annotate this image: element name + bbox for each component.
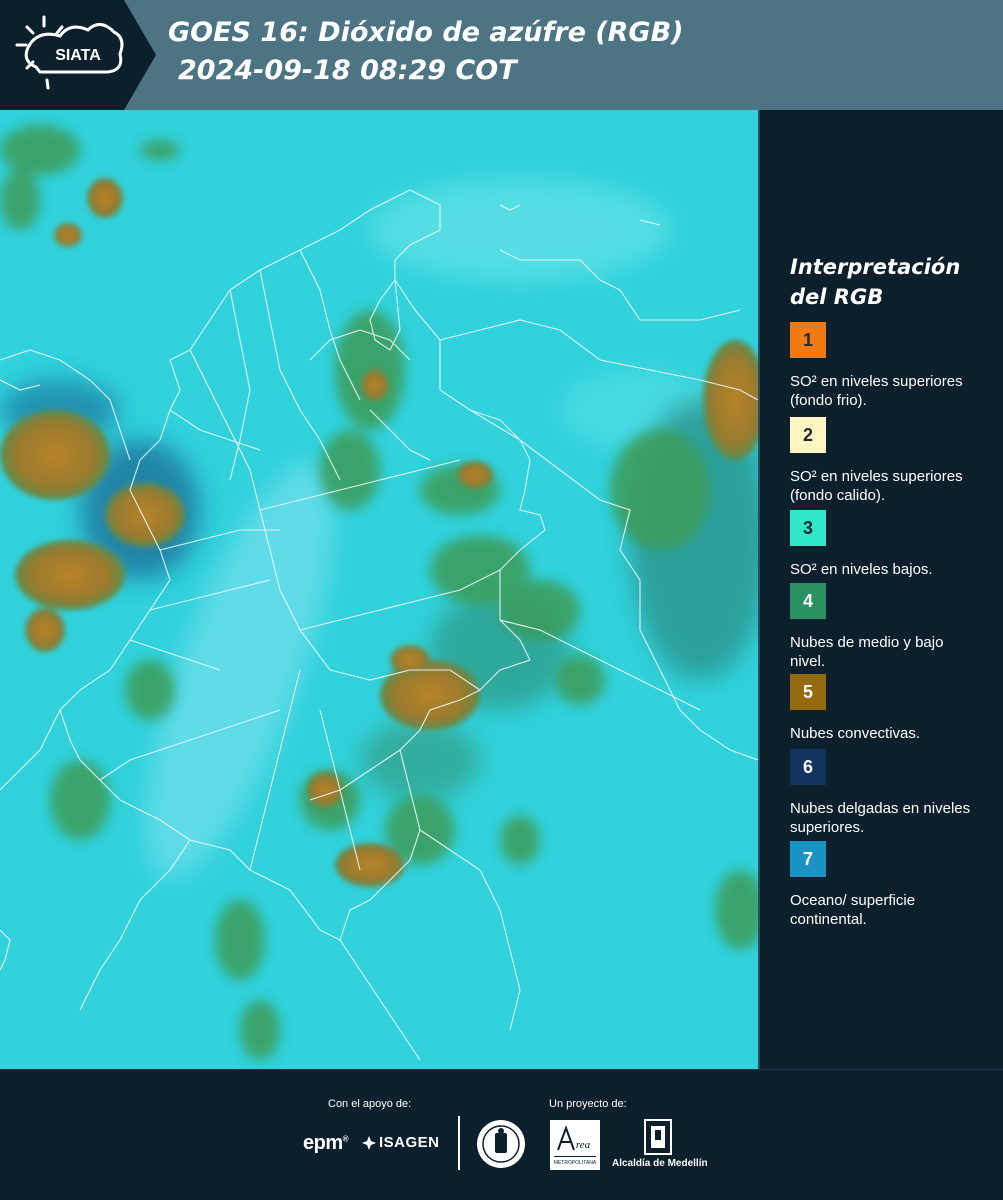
- project-label: Un proyecto de:: [549, 1098, 627, 1110]
- legend-item-7: 7 Oceano/ superficie continental.: [790, 841, 990, 929]
- satellite-map[interactable]: [0, 110, 758, 1069]
- legend-swatch: 5: [790, 674, 826, 710]
- legend-item-3: 3 SO² en niveles bajos.: [790, 510, 990, 579]
- epm-logo: epm®: [303, 1132, 349, 1154]
- siata-logo-text: SIATA: [55, 47, 101, 64]
- legend-number: 4: [802, 590, 813, 611]
- isagen-logo-text: ISAGEN: [379, 1134, 440, 1151]
- area-metropolitana-logo: rea METROPOLITANA: [550, 1120, 600, 1170]
- legend-label: SO² en niveles superiores (fondo frio).: [790, 373, 963, 409]
- alcaldia-shield-icon: [643, 1118, 673, 1156]
- legend-item-5: 5 Nubes convectivas.: [790, 674, 990, 743]
- header-bar: SIATA GOES 16: Dióxido de azúfre (RGB) 2…: [0, 0, 1003, 110]
- support-label: Con el apoyo de:: [328, 1098, 412, 1110]
- legend-label: SO² en niveles superiores (fondo calido)…: [790, 468, 963, 504]
- legend-swatch: 1: [790, 322, 826, 358]
- isagen-icon: [362, 1135, 376, 1150]
- legend-item-6: 6 Nubes delgadas en niveles superiores.: [790, 749, 990, 837]
- legend-panel: Interpretación del RGB 1 SO² en niveles …: [758, 110, 1003, 1069]
- legend-number: 3: [802, 517, 813, 538]
- legend-number: 5: [802, 681, 813, 702]
- legend-number: 6: [802, 756, 813, 777]
- page-timestamp: 2024-09-18 08:29 COT: [178, 55, 517, 86]
- legend-title: Interpretación del RGB: [790, 255, 961, 309]
- legend-label: Nubes convectivas.: [790, 725, 921, 742]
- svg-text:METROPOLITANA: METROPOLITANA: [554, 1160, 597, 1166]
- legend-swatch: 3: [790, 510, 826, 546]
- legend-swatch: 6: [790, 749, 826, 785]
- legend-swatch: 7: [790, 841, 826, 877]
- legend-number: 2: [802, 424, 813, 445]
- page-title: GOES 16: Dióxido de azúfre (RGB): [168, 17, 684, 48]
- svg-text:rea: rea: [576, 1139, 591, 1151]
- legend-label: Nubes delgadas en niveles superiores.: [790, 800, 971, 836]
- legend-item-4: 4 Nubes de medio y bajo nivel.: [790, 583, 990, 671]
- alcaldia-label: Alcaldía de Medellín: [612, 1158, 708, 1169]
- legend-label: Oceano/ superficie continental.: [790, 892, 916, 928]
- epm-logo-text: epm: [303, 1132, 343, 1154]
- siata-logo: SIATA: [0, 0, 156, 110]
- area-metropolitana-logo-art: rea METROPOLITANA: [554, 1125, 597, 1166]
- footer-divider: [458, 1116, 460, 1170]
- footer: Con el apoyo de: Un proyecto de: epm® IS…: [0, 1069, 1003, 1200]
- legend-swatch: 4: [790, 583, 826, 619]
- legend-number: 7: [802, 848, 813, 869]
- medellin-seal-icon: [476, 1119, 526, 1169]
- isagen-logo: ISAGEN: [362, 1134, 440, 1151]
- legend-item-2: 2 SO² en niveles superiores (fondo calid…: [790, 417, 990, 505]
- title-block: GOES 16: Dióxido de azúfre (RGB) 2024-09…: [168, 14, 684, 90]
- legend-item-1: 1 SO² en niveles superiores (fondo frio)…: [790, 322, 990, 410]
- legend-swatch: 2: [790, 417, 826, 453]
- legend-number: 1: [802, 329, 813, 350]
- legend-label: SO² en niveles bajos.: [790, 561, 933, 578]
- legend-label: Nubes de medio y bajo nivel.: [790, 634, 944, 670]
